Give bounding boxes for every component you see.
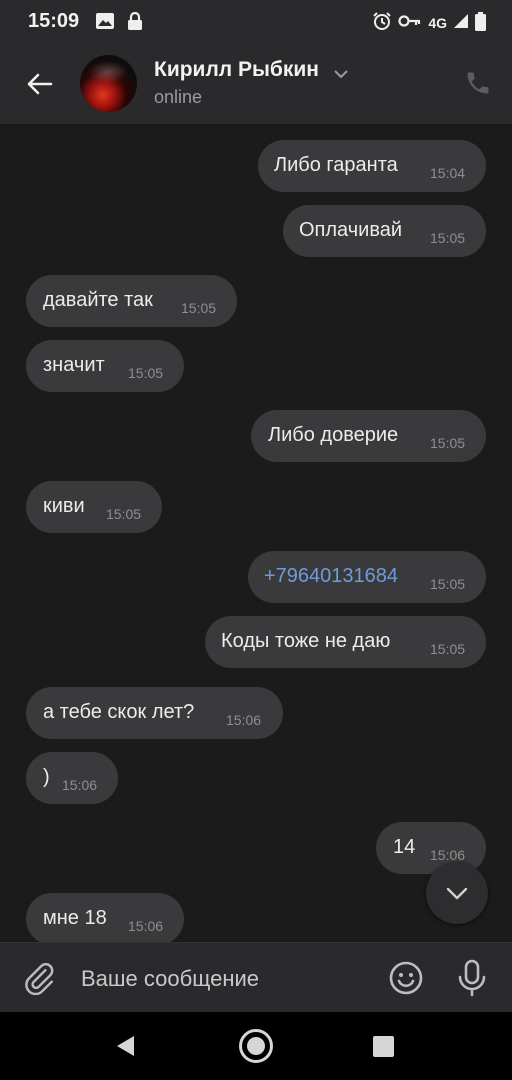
nav-back-button[interactable] (114, 1034, 136, 1063)
message-time: 15:06 (128, 918, 164, 934)
network-type: 4G (428, 14, 447, 31)
back-arrow-icon (27, 73, 53, 95)
chevron-down-icon[interactable] (333, 66, 349, 84)
system-navigation-bar (0, 1012, 512, 1080)
emoji-icon (389, 961, 423, 995)
message-time: 15:05 (430, 576, 466, 592)
message-in[interactable]: значит 15:05 (26, 340, 184, 392)
message-in[interactable]: киви 15:05 (26, 481, 162, 533)
microphone-icon (458, 959, 486, 997)
status-bar: 15:09 4G (0, 0, 512, 44)
paperclip-icon (25, 963, 54, 996)
message-out[interactable]: Коды тоже не даю 15:05 (205, 616, 486, 668)
scroll-down-button[interactable] (426, 862, 488, 924)
message-out[interactable]: Оплачивай 15:05 (283, 205, 486, 257)
avatar[interactable] (80, 55, 137, 112)
message-list[interactable]: Либо гаранта 15:04 Оплачивай 15:05 давай… (0, 124, 512, 942)
message-text: мне 18 (43, 907, 107, 929)
key-icon (398, 14, 422, 31)
message-time: 15:06 (430, 847, 466, 863)
emoji-button[interactable] (388, 960, 424, 996)
message-text: 14 (393, 836, 416, 858)
message-text: а тебе скок лет? (43, 701, 195, 723)
message-text-link[interactable]: +79640131684 (264, 565, 398, 588)
chevron-down-icon (446, 887, 468, 900)
back-button[interactable] (24, 68, 56, 100)
image-icon (95, 12, 115, 35)
message-time: 15:05 (430, 435, 466, 451)
message-time: 15:06 (62, 777, 98, 793)
nav-home-button[interactable] (239, 1029, 273, 1063)
message-in[interactable]: давайте так 15:05 (26, 275, 237, 327)
message-text: Оплачивай (299, 219, 403, 241)
call-button[interactable] (464, 69, 492, 97)
message-text: Либо гаранта (274, 154, 398, 176)
contact-name[interactable]: Кирилл Рыбкин (154, 58, 319, 82)
alarm-icon (372, 11, 392, 34)
message-time: 15:05 (128, 365, 164, 381)
triangle-back-icon (117, 1036, 134, 1056)
message-time: 15:06 (226, 712, 262, 728)
message-text: значит (43, 354, 105, 376)
message-composer: Ваше сообщение (0, 942, 512, 1012)
message-text: ) (43, 766, 50, 788)
attach-button[interactable] (22, 961, 56, 996)
signal-icon (453, 13, 469, 32)
nav-recents-button[interactable] (373, 1036, 394, 1057)
chat-header: Кирилл Рыбкин online (0, 44, 512, 124)
message-text: киви (43, 495, 85, 517)
phone-icon (467, 72, 489, 94)
message-out[interactable]: +79640131684 15:05 (248, 551, 486, 603)
message-time: 15:04 (430, 165, 466, 181)
message-out[interactable]: Либо гаранта 15:04 (258, 140, 486, 192)
message-text: Коды тоже не даю (221, 630, 391, 652)
message-text: давайте так (43, 289, 153, 311)
status-time: 15:09 (28, 10, 80, 32)
battery-icon (475, 11, 486, 34)
message-out[interactable]: Либо доверие 15:05 (251, 410, 486, 462)
voice-message-button[interactable] (456, 959, 488, 997)
lock-icon (127, 11, 143, 36)
message-time: 15:05 (430, 230, 466, 246)
message-time: 15:05 (181, 300, 217, 316)
message-in[interactable]: а тебе скок лет? 15:06 (26, 687, 283, 739)
message-time: 15:05 (430, 641, 466, 657)
message-in[interactable]: мне 18 15:06 (26, 893, 184, 942)
message-text: Либо доверие (268, 424, 399, 446)
message-in[interactable]: ) 15:06 (26, 752, 118, 804)
message-input[interactable]: Ваше сообщение (81, 966, 259, 992)
contact-status: online (154, 87, 203, 107)
message-time: 15:05 (106, 506, 142, 522)
